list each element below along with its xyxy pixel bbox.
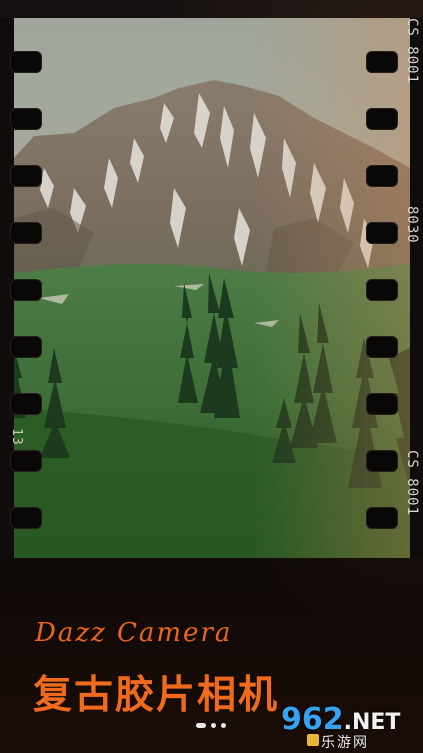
sprocket-hole-right — [366, 51, 398, 73]
app-screen: CS 8001 8030 CS 8001 13 Dazz Camera 复古胶片… — [0, 0, 423, 753]
sprocket-hole-right — [366, 393, 398, 415]
gamepad-icon — [307, 734, 319, 746]
film-strip: CS 8001 8030 CS 8001 13 — [0, 18, 423, 558]
mountain-landscape-image — [14, 18, 410, 558]
film-edge-code: CS 8001 — [404, 450, 420, 517]
site-watermark: 962.NET 乐游网 — [281, 702, 417, 751]
sprocket-hole-left — [10, 507, 42, 529]
sprocket-hole-right — [366, 507, 398, 529]
sprocket-hole-left — [10, 108, 42, 130]
sprocket-hole-left — [10, 450, 42, 472]
app-tagline: 复古胶片相机 — [33, 673, 280, 718]
app-brand-name: Dazz Camera — [35, 618, 233, 648]
sprocket-hole-right — [366, 336, 398, 358]
page-dot[interactable] — [221, 723, 226, 728]
film-edge-code: 8030 — [404, 206, 420, 244]
page-indicator[interactable] — [196, 723, 226, 728]
sprocket-hole-left — [10, 165, 42, 187]
watermark-subtext: 乐游网 — [321, 735, 369, 751]
sprocket-hole-left — [10, 336, 42, 358]
page-dot[interactable] — [211, 723, 216, 728]
film-frame-number: 13 — [9, 428, 24, 446]
sprocket-hole-left — [10, 51, 42, 73]
sprocket-hole-right — [366, 450, 398, 472]
sprocket-hole-right — [366, 108, 398, 130]
page-dot-active[interactable] — [196, 723, 206, 728]
sprocket-hole-left — [10, 222, 42, 244]
sprocket-hole-left — [10, 279, 42, 301]
sprocket-hole-right — [366, 222, 398, 244]
sprocket-hole-left — [10, 393, 42, 415]
sprocket-hole-right — [366, 165, 398, 187]
sprocket-hole-right — [366, 279, 398, 301]
landscape-photo — [14, 18, 410, 558]
film-edge-code: CS 8001 — [404, 18, 420, 85]
